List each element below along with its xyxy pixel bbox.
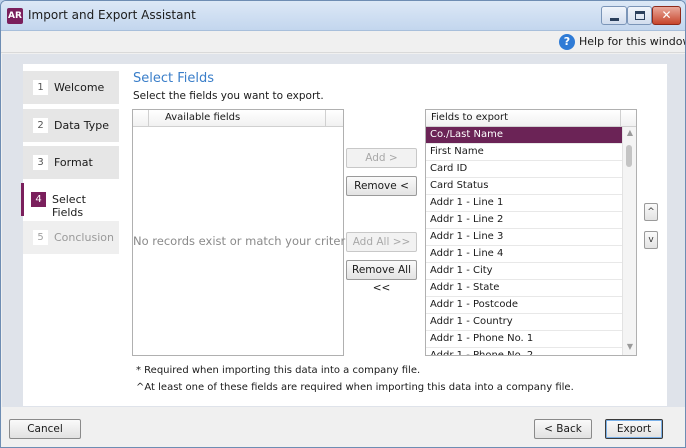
fields-to-export-list[interactable]: Fields to export Co./Last Name First Nam…	[425, 109, 637, 356]
step-welcome[interactable]: 1 Welcome	[23, 71, 119, 104]
header-divider	[325, 110, 326, 126]
assistant-window: AR Import and Export Assistant ✕ ? Help …	[0, 0, 686, 448]
scroll-up-icon[interactable]: ▲	[624, 127, 636, 139]
at-least-one-note: ^At least one of these fields are requir…	[136, 382, 574, 393]
fields-to-export-title: Fields to export	[431, 112, 509, 123]
maximize-icon	[635, 11, 645, 20]
step-label: Welcome	[54, 81, 105, 94]
list-item[interactable]: First Name	[426, 144, 622, 161]
app-logo-icon: AR	[7, 8, 23, 24]
list-item[interactable]: Addr 1 - City	[426, 263, 622, 280]
step-label: Format	[54, 156, 93, 169]
step-number: 1	[33, 80, 48, 95]
empty-list-message: No records exist or match your criteria	[133, 234, 356, 248]
window-title: Import and Export Assistant	[28, 8, 196, 22]
close-icon: ✕	[661, 8, 672, 22]
required-note: * Required when importing this data into…	[136, 365, 421, 376]
available-fields-header: Available fields	[133, 110, 343, 127]
back-button[interactable]: < Back	[534, 419, 592, 439]
list-item[interactable]: Addr 1 - Line 1	[426, 195, 622, 212]
header-blank-cell	[133, 110, 149, 126]
title-bar[interactable]: AR Import and Export Assistant ✕	[1, 1, 685, 31]
available-fields-list[interactable]: Available fields No records exist or mat…	[132, 109, 356, 356]
add-button[interactable]: Add >	[346, 148, 417, 168]
step-number: 2	[33, 118, 48, 133]
list-item[interactable]: Addr 1 - Line 3	[426, 229, 622, 246]
step-number: 3	[33, 155, 48, 170]
list-item[interactable]: Addr 1 - Line 4	[426, 246, 622, 263]
scroll-down-icon[interactable]: ▼	[624, 341, 636, 353]
list-item[interactable]: Card ID	[426, 161, 622, 178]
step-format[interactable]: 3 Format	[23, 146, 119, 179]
help-link[interactable]: Help for this window	[579, 35, 685, 48]
list-scrollbar[interactable]: ▲ ▼	[622, 127, 636, 355]
list-item[interactable]: Addr 1 - Line 2	[426, 212, 622, 229]
list-item[interactable]: Addr 1 - Postcode	[426, 297, 622, 314]
list-item[interactable]: Co./Last Name	[426, 127, 622, 144]
close-button[interactable]: ✕	[652, 6, 681, 25]
maximize-button[interactable]	[627, 6, 652, 25]
page-instructions: Select the fields you want to export.	[133, 90, 324, 102]
list-item[interactable]: Addr 1 - State	[426, 280, 622, 297]
list-item[interactable]: Addr 1 - Phone No. 2	[426, 348, 622, 355]
move-down-button[interactable]: v	[644, 231, 658, 249]
add-all-button[interactable]: Add All >>	[346, 232, 417, 252]
step-label: Conclusion	[54, 231, 114, 244]
fields-to-export-header: Fields to export	[426, 110, 636, 127]
header-divider	[620, 110, 621, 126]
help-bar: ? Help for this window	[1, 31, 685, 53]
list-item[interactable]: Addr 1 - Phone No. 1	[426, 331, 622, 348]
help-icon[interactable]: ?	[559, 34, 575, 50]
step-label: Data Type	[54, 119, 110, 132]
minimize-button[interactable]	[601, 6, 627, 25]
list-item[interactable]: Card Status	[426, 178, 622, 195]
available-fields-title: Available fields	[165, 112, 241, 123]
step-conclusion: 5 Conclusion	[23, 221, 119, 254]
step-select-fields[interactable]: 4 Select Fields	[21, 183, 119, 219]
remove-all-button[interactable]: Remove All <<	[346, 260, 417, 294]
step-label: Select Fields	[52, 193, 86, 219]
step-number: 4	[31, 192, 46, 207]
scroll-thumb[interactable]	[626, 145, 632, 167]
step-number: 5	[33, 230, 48, 245]
remove-button[interactable]: Remove <	[346, 176, 417, 196]
minimize-icon	[610, 18, 619, 21]
cancel-button[interactable]: Cancel	[9, 419, 81, 439]
list-item[interactable]: Addr 1 - Country	[426, 314, 622, 331]
page-title: Select Fields	[133, 71, 215, 86]
export-button[interactable]: Export	[605, 419, 663, 439]
move-up-button[interactable]: ^	[644, 203, 658, 221]
step-data-type[interactable]: 2 Data Type	[23, 109, 119, 142]
